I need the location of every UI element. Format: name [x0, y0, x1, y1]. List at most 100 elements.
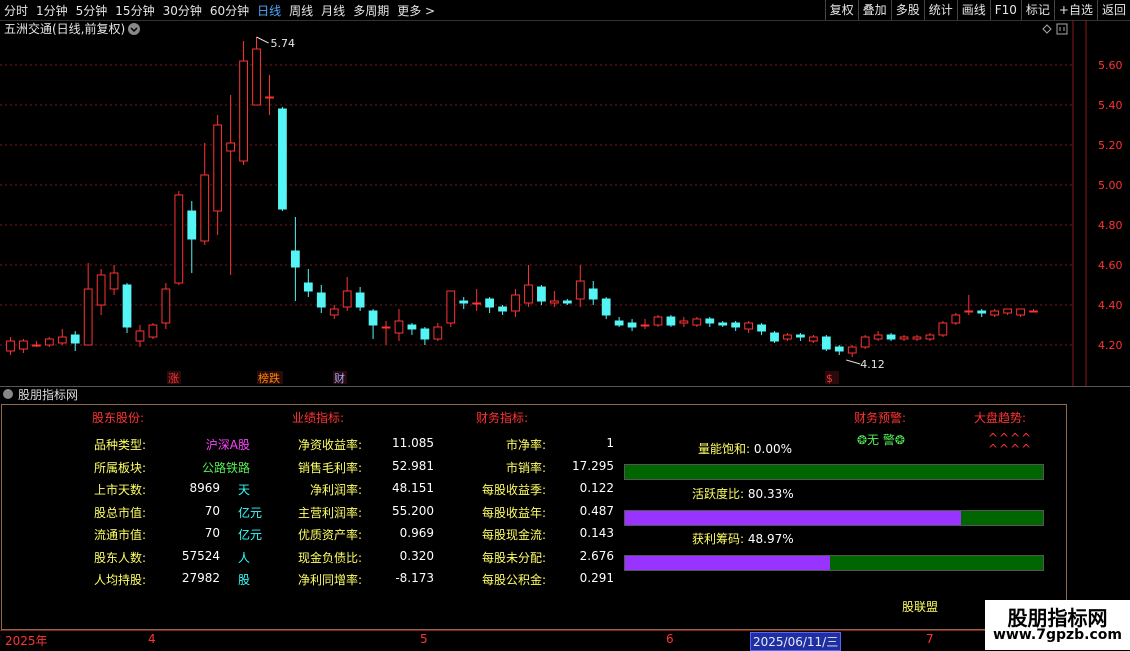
toolbar-button[interactable]: 叠加: [857, 0, 891, 20]
candle-body: [213, 124, 223, 212]
candle-body: [187, 210, 197, 240]
candle: [31, 341, 41, 347]
candle: [614, 317, 624, 327]
candle-body: [601, 298, 611, 316]
period-tab[interactable]: 1分钟: [36, 2, 68, 19]
shareholder-value: 70: [204, 503, 220, 518]
price-tick-label: 4.20: [1098, 339, 1123, 352]
candle-body: [96, 274, 106, 306]
performance-label: 现金负债比:: [297, 550, 362, 565]
candle-body: [1016, 308, 1025, 316]
price-tick-label: 4.80: [1098, 219, 1123, 232]
collapse-icon[interactable]: [3, 389, 13, 399]
candle: [213, 115, 223, 235]
low-price-label: 4.12: [860, 358, 885, 371]
period-tab[interactable]: 15分钟: [115, 2, 154, 19]
finance-value: 0.291: [579, 571, 614, 585]
candle: [148, 323, 158, 339]
candle-body: [588, 288, 598, 300]
performance-value: 0.320: [399, 548, 434, 563]
candle-body: [485, 298, 495, 308]
candle: [705, 317, 715, 327]
candle: [912, 335, 922, 341]
candle-body: [938, 322, 948, 336]
price-tick-label: 5.00: [1098, 179, 1123, 192]
candle: [6, 337, 15, 355]
period-tab[interactable]: 日线: [257, 2, 281, 19]
shareholder-unit: 人: [238, 550, 251, 565]
shareholder-label: 股东人数:: [93, 550, 146, 565]
candle-body: [433, 326, 443, 340]
candle: [316, 285, 326, 313]
period-tab[interactable]: 更多 >: [397, 2, 435, 19]
toolbar-button[interactable]: 复权: [824, 0, 858, 20]
toolbar-button[interactable]: 统计: [923, 0, 957, 20]
candle-body: [265, 96, 274, 99]
period-tab[interactable]: 5分钟: [76, 2, 108, 19]
toolbar-button[interactable]: +自选: [1053, 0, 1097, 20]
candle-body: [148, 324, 158, 338]
price-tick-label: 5.20: [1098, 139, 1123, 152]
toolbar-button[interactable]: 标记: [1020, 0, 1054, 20]
market-arrow-row: ^^^^: [988, 442, 1033, 456]
finance-label: 每股现金流:: [481, 528, 546, 542]
finance-label: 市净率:: [505, 438, 546, 452]
meter-bar-profit: [624, 555, 1044, 571]
candle-body: [290, 250, 300, 268]
candle: [70, 331, 80, 351]
shareholder-unit: 亿元: [238, 528, 263, 542]
candle-body: [1003, 308, 1013, 314]
period-tab[interactable]: 多周期: [353, 2, 389, 19]
candle: [860, 335, 870, 349]
period-tab[interactable]: 周线: [289, 2, 313, 19]
toolbar-button[interactable]: 多股: [890, 0, 924, 20]
period-tab[interactable]: 分时: [4, 2, 28, 19]
candle-body: [109, 272, 119, 290]
toolbar-button[interactable]: 返回: [1096, 0, 1130, 20]
candle-body: [549, 300, 559, 304]
section-market: 大盘趋势:: [974, 411, 1027, 425]
performance-value: 55.200: [392, 503, 434, 518]
meter-fill-profit: [625, 556, 830, 570]
candle-body: [6, 340, 15, 352]
candle-body: [796, 334, 805, 338]
toolbar-button[interactable]: 画线: [956, 0, 990, 20]
price-tick-label: 4.60: [1098, 259, 1123, 272]
period-tab[interactable]: 60分钟: [210, 2, 249, 19]
meter-bar-activity: [624, 510, 1044, 526]
candle: [744, 321, 754, 333]
candle: [938, 321, 948, 337]
candle: [200, 143, 210, 245]
diamond-icon[interactable]: [1042, 24, 1052, 34]
panel-title: 股朋指标网: [18, 388, 79, 402]
candle-body: [498, 306, 507, 312]
finance-value: 0.487: [579, 503, 614, 518]
chart-marker: 财: [334, 371, 345, 385]
settings-icon[interactable]: [1056, 23, 1068, 35]
candle: [951, 313, 961, 325]
candle: [783, 333, 792, 341]
finance-label: 每股未分配:: [481, 550, 546, 565]
candle-body: [407, 324, 417, 330]
candle: [368, 309, 378, 339]
candle-body: [278, 108, 287, 210]
toolbar-button[interactable]: F10: [989, 0, 1021, 20]
candle-body: [83, 288, 93, 346]
candle-body: [757, 324, 766, 332]
candle-body: [847, 346, 857, 354]
candle: [692, 317, 702, 327]
period-tab[interactable]: 30分钟: [163, 2, 202, 19]
shareholder-value: 公路铁路: [201, 460, 250, 475]
chevron-down-icon[interactable]: [128, 23, 140, 35]
candle-body: [316, 292, 326, 308]
finance-label: 每股收益年:: [481, 505, 546, 520]
candlestick-chart[interactable]: 五洲交通(日线,前复权) 5.60 5.40 5.20 5.00 4.80 4.60 4.4…: [0, 20, 1130, 386]
candle: [472, 289, 482, 311]
candle-body: [122, 284, 132, 328]
finance-value: 1: [606, 436, 614, 450]
candle-body: [744, 322, 754, 330]
candle: [666, 315, 676, 327]
candle: [575, 265, 585, 307]
period-tab[interactable]: 月线: [321, 2, 345, 19]
candle: [821, 335, 831, 351]
